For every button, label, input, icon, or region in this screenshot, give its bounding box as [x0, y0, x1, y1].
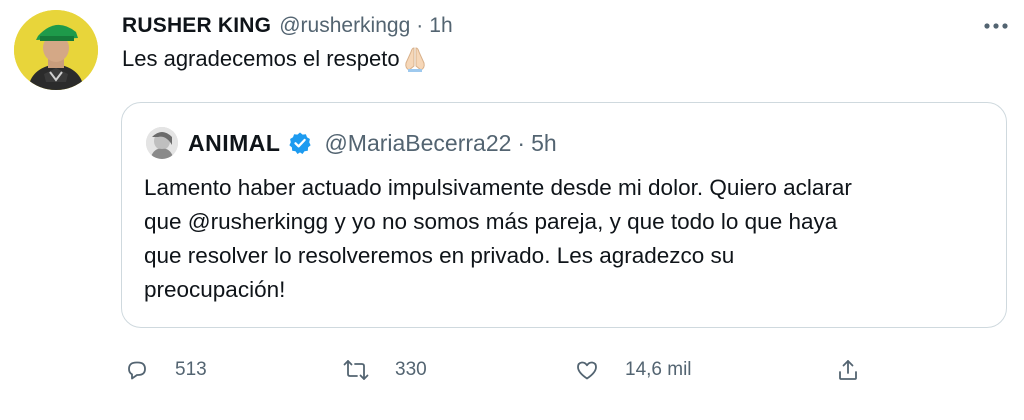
like-button[interactable]: 14,6 mil [575, 350, 692, 390]
heart-icon [577, 361, 597, 380]
quoted-author-name[interactable]: ANIMAL [188, 130, 280, 157]
avatar-image [14, 10, 98, 90]
quoted-header-separator: · [517, 129, 526, 156]
more-options-button[interactable] [982, 12, 1010, 40]
reply-count: 513 [175, 359, 207, 380]
share-button[interactable] [836, 350, 860, 390]
more-icon [984, 23, 1008, 29]
author-name[interactable]: RUSHER KING [122, 14, 271, 38]
verified-badge-icon [288, 131, 312, 155]
quoted-text-line: Lamento haber actuado impulsivamente des… [144, 175, 852, 200]
author-avatar[interactable] [14, 10, 98, 90]
reply-icon [128, 361, 146, 380]
folded-hands-emoji [402, 46, 428, 78]
retweet-button[interactable]: 330 [343, 350, 427, 390]
quoted-author-avatar[interactable] [146, 127, 178, 159]
quoted-text: Lamento haber actuado impulsivamente des… [144, 171, 994, 307]
quoted-tweet[interactable]: ANIMAL @MariaBecerra22 · 5h Lamento habe… [121, 102, 1007, 328]
author-handle[interactable]: @rusherkingg [279, 14, 410, 38]
tweet: RUSHER KING @rusherkingg · 1h Les agrade… [0, 0, 1024, 420]
action-bar: 513 330 14,6 mil [121, 350, 881, 390]
like-count: 14,6 mil [625, 359, 692, 380]
header-separator: · [416, 14, 424, 37]
tweet-timestamp[interactable]: 1h [429, 14, 452, 38]
quoted-header: ANIMAL @MariaBecerra22 · 5h [188, 125, 557, 161]
quoted-text-line: que resolver lo resolveremos en privado.… [144, 243, 735, 268]
quoted-text-line: preocupación! [144, 277, 286, 302]
retweet-count: 330 [395, 359, 427, 380]
reply-button[interactable]: 513 [125, 350, 207, 390]
tweet-text-row: Les agradecemos el respeto [122, 46, 428, 78]
retweet-icon [343, 360, 369, 380]
tweet-text: Les agradecemos el respeto [122, 46, 400, 71]
quoted-author-handle[interactable]: @MariaBecerra22 [324, 130, 511, 157]
quoted-avatar-image [146, 127, 178, 159]
quoted-text-line: que @rusherkingg y yo no somos más parej… [144, 209, 838, 234]
tweet-header: RUSHER KING @rusherkingg · 1h [122, 9, 453, 43]
quoted-timestamp[interactable]: 5h [531, 130, 557, 157]
share-icon [839, 360, 857, 380]
